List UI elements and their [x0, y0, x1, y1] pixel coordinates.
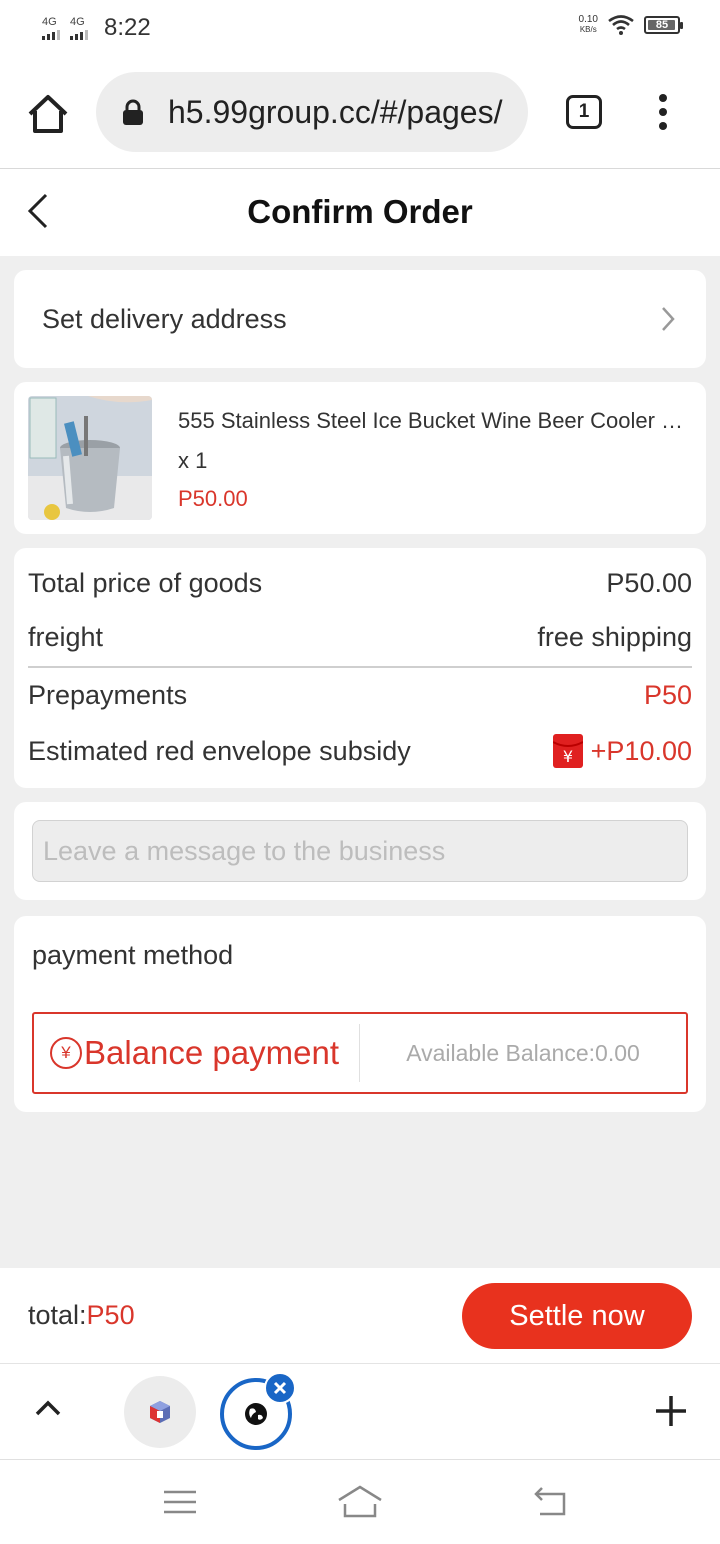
- signal-1: 4G: [42, 15, 60, 40]
- battery-level: 85: [655, 19, 669, 31]
- balance-payment-option[interactable]: ¥ Balance payment Available Balance:0.00: [32, 1012, 688, 1094]
- url-text: h5.99group.cc/#/pages/: [168, 93, 503, 130]
- balance-payment-button[interactable]: ¥ Balance payment: [34, 1024, 360, 1082]
- subsidy-value: +P10.00: [590, 735, 692, 766]
- message-card: [14, 802, 706, 900]
- close-tab-icon[interactable]: [264, 1372, 296, 1404]
- signal-bars-icon: [42, 29, 60, 40]
- product-quantity: x 1: [178, 448, 208, 473]
- browser-tab-strip: [0, 1364, 720, 1460]
- page-title: Confirm Order: [247, 193, 473, 230]
- status-bar: 4G 4G 8:22 0.10 KB/s 85: [0, 0, 720, 56]
- signal-2: 4G: [70, 15, 88, 40]
- freight-value: free shipping: [537, 622, 692, 652]
- total-goods-label: Total price of goods: [28, 568, 263, 598]
- clock: 8:22: [104, 14, 151, 41]
- prepayments-label: Prepayments: [28, 680, 188, 710]
- lock-icon: [123, 99, 143, 125]
- price-summary: Total price of goods P50.00 freight free…: [14, 548, 706, 788]
- signal-bars-icon: [70, 29, 88, 40]
- tab-thumbnail[interactable]: [124, 1376, 196, 1448]
- total-goods-row: Total price of goods P50.00: [28, 568, 692, 599]
- globe-icon: [245, 1403, 267, 1425]
- nav-home-icon[interactable]: [336, 1484, 384, 1520]
- product-image: [28, 396, 152, 520]
- signal-2-label: 4G: [70, 15, 85, 28]
- app-cube-icon: [150, 1401, 170, 1423]
- prepayments-value: P50: [643, 680, 692, 710]
- subsidy-label: Estimated red envelope subsidy: [28, 735, 411, 766]
- battery-icon: 85: [644, 16, 683, 34]
- status-left: 4G 4G 8:22: [42, 14, 151, 42]
- menu-icon[interactable]: [162, 1488, 198, 1516]
- message-input[interactable]: [32, 820, 688, 882]
- freight-row: freight free shipping: [28, 622, 692, 653]
- subsidy-row: Estimated red envelope subsidy ¥ +P10.00: [28, 734, 692, 768]
- tab-count: 1: [578, 101, 590, 122]
- tab-switcher-button[interactable]: 1: [566, 95, 602, 129]
- product-price: P50.00: [178, 486, 248, 511]
- more-menu-icon[interactable]: [652, 94, 674, 130]
- prepayments-row: Prepayments P50: [28, 680, 692, 711]
- wifi-icon: [608, 15, 634, 35]
- order-total-label: total:: [28, 1300, 87, 1330]
- address-bar[interactable]: h5.99group.cc/#/pages/: [96, 72, 528, 152]
- payment-method-title: payment method: [32, 940, 234, 970]
- red-envelope-icon: ¥: [552, 734, 583, 768]
- signal-1-label: 4G: [42, 15, 57, 28]
- page-header: Confirm Order: [0, 169, 720, 256]
- divider: [28, 666, 692, 668]
- chevron-right-icon: [662, 307, 675, 331]
- home-icon[interactable]: [26, 92, 70, 136]
- checkout-bar: total:P50 Settle now: [0, 1268, 720, 1364]
- freight-label: freight: [28, 622, 104, 652]
- system-navigation-bar: [0, 1460, 720, 1544]
- delivery-address-label: Set delivery address: [42, 303, 287, 334]
- product-card: 555 Stainless Steel Ice Bucket Wine Beer…: [14, 382, 706, 534]
- total-goods-value: P50.00: [606, 568, 692, 598]
- product-name: 555 Stainless Steel Ice Bucket Wine Beer…: [178, 408, 684, 433]
- order-total-amount: P50: [86, 1300, 135, 1330]
- delivery-address-row[interactable]: Set delivery address: [14, 270, 706, 368]
- chevron-up-icon[interactable]: [34, 1398, 62, 1418]
- status-right: 0.10 KB/s 85: [579, 15, 683, 35]
- svg-text:¥: ¥: [563, 747, 573, 766]
- browser-toolbar: h5.99group.cc/#/pages/ 1: [0, 56, 720, 169]
- net-speed-value: 0.10: [578, 14, 598, 25]
- net-speed-unit: KB/s: [579, 25, 597, 34]
- plus-icon[interactable]: [654, 1394, 688, 1428]
- nav-back-icon[interactable]: [530, 1486, 570, 1518]
- balance-payment-label: Balance payment: [84, 1034, 339, 1071]
- settle-now-button[interactable]: Settle now: [462, 1283, 692, 1349]
- yen-icon: ¥: [50, 1037, 82, 1069]
- net-speed: 0.10 KB/s: [579, 15, 598, 35]
- subsidy-value-group: ¥ +P10.00: [552, 734, 692, 768]
- payment-card: payment method ¥ Balance payment Availab…: [14, 916, 706, 1112]
- available-balance: Available Balance:0.00: [406, 1039, 640, 1066]
- order-total: total:P50: [28, 1300, 135, 1331]
